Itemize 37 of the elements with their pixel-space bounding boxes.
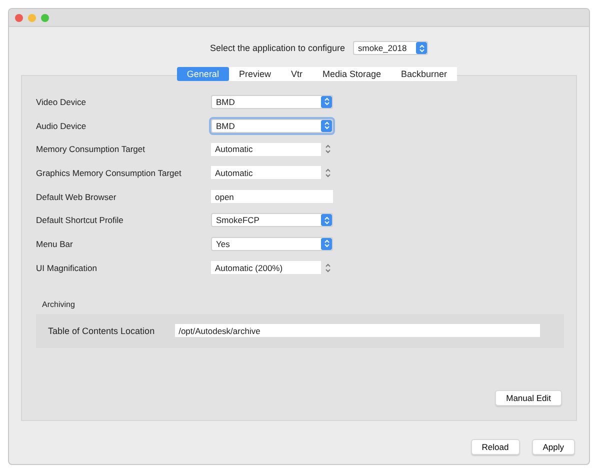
combo-field[interactable]: Automatic (200%) [211,261,321,274]
stepper-icon [324,239,330,248]
app-selector-label: Select the application to configure [210,43,346,53]
tab[interactable]: Media Storage [312,67,392,81]
dropdown[interactable]: BMD [211,118,333,133]
dropdown[interactable]: BMD [211,94,333,109]
reload-button[interactable]: Reload [470,439,520,455]
tab[interactable]: Preview [228,67,281,81]
setting-label: Table of Contents Location [48,326,155,336]
combo-field[interactable]: Automatic [211,142,321,156]
setting-label: Video Device [36,96,87,107]
setting-label: Menu Bar [36,238,74,249]
setting-label: Memory Consumption Target [36,144,146,154]
stepper-icon[interactable] [325,168,331,178]
stepper-icon[interactable] [325,262,331,273]
stepper-icon [324,216,330,225]
stepper-icon [324,97,330,106]
setting-label: Graphics Memory Consumption Target [36,168,182,178]
input-field[interactable]: open [211,190,333,204]
stepper-icon [324,121,330,130]
setting-label: Default Shortcut Profile [36,215,124,226]
dropdown[interactable]: SmokeFCP [211,213,333,228]
combo-field[interactable]: Automatic [211,166,321,180]
close-icon[interactable] [15,14,23,22]
tab[interactable]: Vtr [280,67,312,81]
apply-button[interactable]: Apply [532,439,575,455]
dropdown[interactable]: Yes [211,236,333,251]
stepper-icon[interactable] [325,144,331,154]
setting-label: Default Web Browser [36,192,118,202]
tab[interactable]: Backburner [391,67,458,81]
input-field[interactable]: /opt/Autodesk/archive [174,324,540,337]
group-title: Archiving [42,300,76,308]
manual-edit-button[interactable]: Manual Edit [495,390,562,406]
setting-label: UI Magnification [36,262,98,273]
stepper-icon [418,44,425,52]
app-dropdown[interactable]: smoke_2018 [353,41,428,55]
setting-label: Audio Device [36,120,88,131]
